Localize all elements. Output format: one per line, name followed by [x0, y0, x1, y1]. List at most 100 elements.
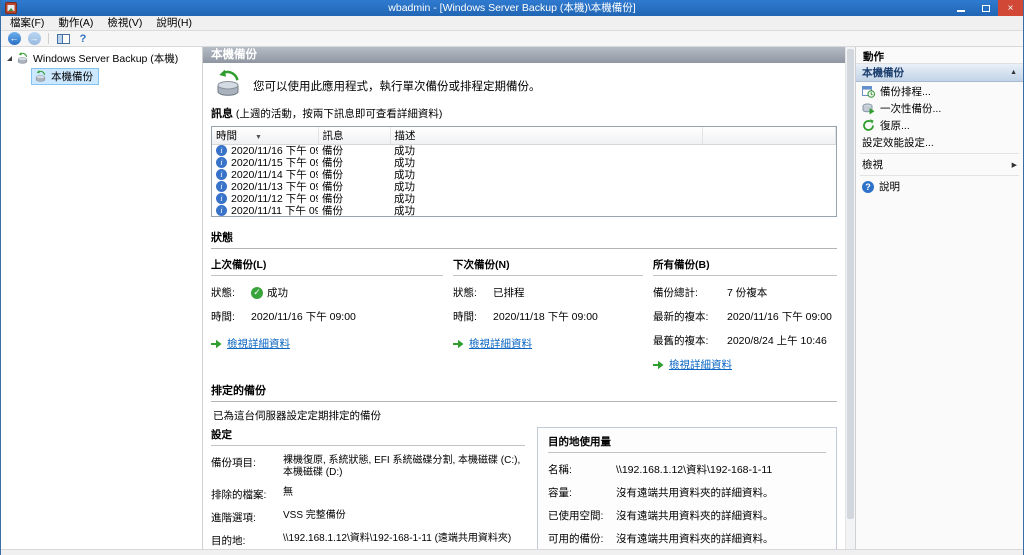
scheduled-section-header: 排定的備份 [211, 382, 837, 398]
message-row[interactable]: i 2020/11/14 下午 09:00 備份 成功 [212, 169, 836, 181]
tree-root-windows-server-backup[interactable]: Windows Server Backup (本機) [5, 50, 202, 67]
actions-pane-title: 動作 [856, 47, 1023, 64]
action-view[interactable]: 檢視 ▶ [856, 157, 1023, 172]
local-backup-icon [35, 70, 46, 82]
column-header-description[interactable]: 描述 [390, 127, 703, 145]
time-label: 時間: [211, 311, 235, 323]
all-backups-view-details-link[interactable]: 檢視詳細資料 [669, 357, 732, 372]
message-row[interactable]: i 2020/11/12 下午 09:00 備份 成功 [212, 193, 836, 205]
excluded-files-label: 排除的檔案: [211, 489, 267, 501]
message-type: 備份 [322, 144, 343, 157]
window-controls: × [948, 0, 1023, 16]
back-icon: ← [7, 32, 21, 45]
message-description: 成功 [394, 204, 415, 217]
message-row[interactable]: i 2020/11/15 下午 09:00 備份 成功 [212, 157, 836, 169]
destination-label: 目的地: [211, 535, 246, 547]
destination-value: \\192.168.1.12\資料\192-168-1-11 (遠端共用資料夾) [283, 533, 512, 544]
settings-title: 設定 [211, 427, 525, 446]
toolbar-help-button[interactable]: ? [74, 32, 92, 46]
minimize-button[interactable] [948, 0, 973, 16]
intro-row: 您可以使用此應用程式，執行單次備份或排程定期備份。 [213, 69, 837, 99]
excluded-files-value: 無 [283, 487, 293, 498]
forward-button[interactable]: → [25, 32, 43, 46]
actions-pane: 動作 本機備份 ▲ 備份排程... 一次性備份... 復原... 設定效能設定.… [855, 47, 1023, 549]
message-time: 2020/11/12 下午 09:00 [231, 192, 318, 205]
action-backup-schedule[interactable]: 備份排程... [856, 84, 1023, 99]
action-label: 一次性備份... [880, 103, 942, 115]
message-type: 備份 [322, 168, 343, 181]
intro-text: 您可以使用此應用程式，執行單次備份或排程定期備份。 [253, 81, 541, 93]
status-groups: 上次備份(L) 狀態: ✓ 成功 時間: 2020/11/16 下午 09:00 [211, 257, 837, 372]
message-row[interactable]: i 2020/11/11 下午 09:00 備份 成功 [212, 204, 836, 217]
menu-help[interactable]: 說明(H) [149, 16, 199, 30]
settings-group: 設定 備份項目: 裸機復原, 系統狀態, EFI 系統磁碟分割, 本機磁碟 (C:… [211, 427, 525, 549]
all-backups-title: 所有備份(B) [653, 257, 837, 276]
total-label: 備份總計: [653, 287, 698, 299]
column-header-blank [702, 127, 836, 145]
latest-copy-value: 2020/11/16 下午 09:00 [727, 311, 832, 323]
column-header-time[interactable]: 時間 ▼ [212, 127, 319, 145]
info-icon: i [216, 193, 227, 204]
message-time: 2020/11/15 下午 09:00 [231, 156, 318, 169]
go-arrow-icon [653, 360, 664, 369]
backup-schedule-icon [862, 86, 875, 98]
total-value: 7 份複本 [727, 287, 768, 299]
message-row[interactable]: i 2020/11/16 下午 09:00 備份 成功 [212, 144, 836, 157]
state-value: 已排程 [493, 287, 525, 299]
actions-section-header[interactable]: 本機備份 ▲ [856, 64, 1023, 82]
menu-bar: 檔案(F) 動作(A) 檢視(V) 說明(H) [1, 16, 1023, 31]
back-button[interactable]: ← [5, 32, 23, 46]
info-icon: i [216, 205, 227, 216]
scheduled-divider [211, 401, 837, 402]
success-check-icon: ✓ [251, 286, 263, 299]
next-backup-group: 下次備份(N) 狀態: 已排程 時間: 2020/11/18 下午 09:00 … [453, 257, 653, 372]
submenu-arrow-icon: ▶ [1011, 161, 1017, 169]
name-value: \\192.168.1.12\資料\192-168-1-11 [616, 464, 773, 476]
name-label: 名稱: [548, 464, 572, 476]
vertical-scrollbar[interactable] [845, 47, 855, 549]
message-time: 2020/11/11 下午 09:00 [231, 204, 318, 217]
messages-subtitle: (上週的活動，按兩下訊息即可查看詳細資料) [235, 108, 443, 120]
main-pane: 本機備份 您可以使用此應用程式，執行單次備份或排程定期備份。 訊息 (上週的活動… [203, 47, 845, 549]
forward-icon: → [27, 32, 41, 45]
maximize-button[interactable] [973, 0, 998, 16]
tree-item-local-backup[interactable]: 本機備份 [31, 68, 99, 85]
tree-expander-icon[interactable] [7, 56, 12, 61]
console-tree-toggle-button[interactable] [54, 32, 72, 46]
backup-items-value: 裸機復原, 系統狀態, EFI 系統磁碟分割, 本機磁碟 (C:), 本機磁碟 … [283, 455, 521, 478]
action-backup-once[interactable]: 一次性備份... [856, 101, 1023, 116]
console-tree: Windows Server Backup (本機) 本機備份 [1, 47, 203, 549]
toolbar: ← → ? [1, 31, 1023, 47]
menu-action[interactable]: 動作(A) [51, 16, 100, 30]
next-backup-title: 下次備份(N) [453, 257, 643, 276]
used-space-value: 沒有遠端共用資料夾的詳細資料。 [616, 510, 774, 522]
actions-separator [860, 175, 1019, 176]
message-row[interactable]: i 2020/11/13 下午 09:00 備份 成功 [212, 181, 836, 193]
collapse-section-icon[interactable]: ▲ [1010, 69, 1017, 76]
title-bar: wbadmin - [Windows Server Backup (本機)\本機… [1, 0, 1023, 16]
close-button[interactable]: × [998, 0, 1023, 16]
messages-title: 訊息 [211, 108, 233, 120]
backup-items-label: 備份項目: [211, 457, 256, 469]
messages-section-header: 訊息 (上週的活動，按兩下訊息即可查看詳細資料) [211, 105, 837, 121]
menu-view[interactable]: 檢視(V) [100, 16, 149, 30]
scrollbar-thumb[interactable] [847, 49, 854, 519]
action-label: 檢視 [862, 159, 883, 171]
messages-table-container: 時間▼ 訊息 描述 i 2020/11/16 下午 09:00 備份 成功 [211, 126, 837, 217]
menu-file[interactable]: 檔案(F) [3, 16, 51, 30]
next-backup-view-details-link[interactable]: 檢視詳細資料 [469, 336, 532, 351]
backup-once-icon [862, 103, 875, 115]
action-label: 備份排程... [880, 86, 931, 98]
last-backup-view-details-link[interactable]: 檢視詳細資料 [227, 336, 290, 351]
action-recover[interactable]: 復原... [856, 118, 1023, 133]
message-type: 備份 [322, 192, 343, 205]
action-configure-performance[interactable]: 設定效能設定... [856, 135, 1023, 150]
used-space-label: 已使用空間: [548, 510, 604, 522]
go-arrow-icon [211, 339, 222, 348]
backup-app-icon [217, 69, 239, 96]
go-arrow-icon [453, 339, 464, 348]
advanced-option-value: VSS 完整備份 [283, 510, 346, 521]
app-icon [5, 2, 17, 14]
column-header-message[interactable]: 訊息 [318, 127, 391, 145]
action-help[interactable]: ? 說明 [856, 179, 1023, 194]
